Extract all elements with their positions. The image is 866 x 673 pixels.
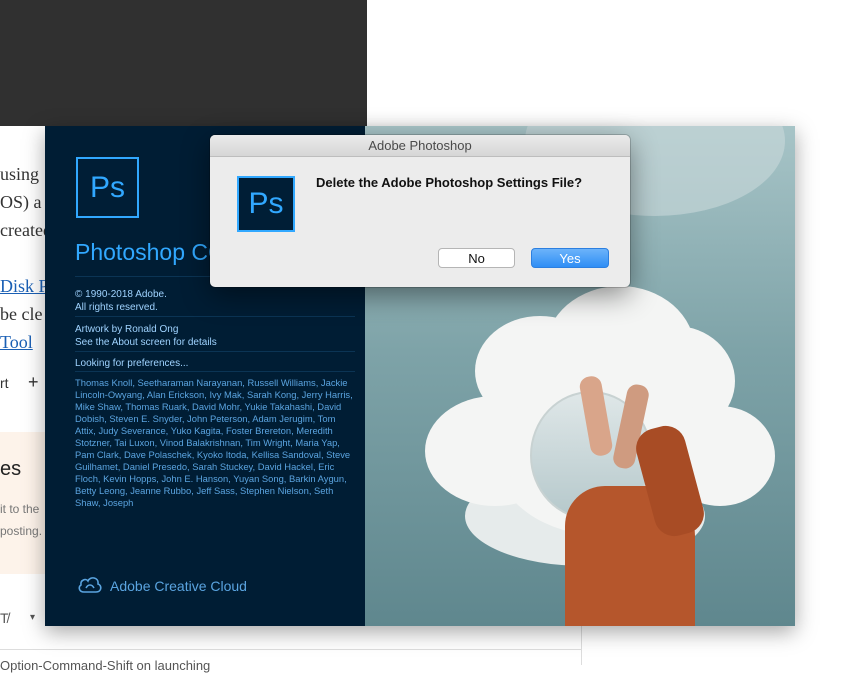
about-note: See the About screen for details [75, 337, 217, 348]
divider [75, 316, 355, 317]
background-footer-text: Option-Command-Shift on launching [0, 658, 211, 673]
background-section-title: es [0, 458, 22, 480]
background-text: it to the [0, 502, 40, 516]
credits-list: Thomas Knoll, Seetharaman Narayanan, Rus… [75, 377, 353, 508]
loading-status: Looking for preferences... [75, 358, 189, 369]
chevron-down-icon[interactable]: ▾ [30, 612, 35, 623]
add-icon[interactable]: + [28, 372, 39, 393]
dialog-message: Delete the Adobe Photoshop Settings File… [316, 175, 583, 190]
creative-cloud-label: Adobe Creative Cloud [110, 578, 247, 594]
divider [75, 351, 355, 352]
background-divider [0, 649, 582, 650]
yes-button[interactable]: Yes [531, 248, 609, 268]
copyright-text: © 1990-2018 Adobe. [75, 289, 167, 300]
background-text: be cle [0, 304, 43, 324]
background-text: OS) a [0, 192, 42, 212]
photoshop-app-icon: Ps [237, 176, 295, 232]
product-title: Photoshop CC [75, 239, 225, 265]
dialog-title: Adobe Photoshop [210, 135, 630, 157]
background-divider [581, 626, 582, 665]
background-dark-panel [0, 0, 367, 126]
photoshop-logo-icon: Ps [76, 157, 139, 218]
background-link[interactable]: Tool [0, 332, 33, 353]
background-text: posting. [0, 524, 43, 538]
background-toolbar-text: rt [0, 375, 9, 391]
artwork-credit: Artwork by Ronald Ong [75, 324, 179, 335]
background-link[interactable]: Disk P [0, 276, 49, 297]
divider [75, 371, 355, 372]
delete-settings-dialog: Adobe Photoshop Ps Delete the Adobe Phot… [210, 135, 630, 287]
creative-cloud-icon [78, 577, 102, 593]
background-text: using [0, 164, 40, 184]
rights-text: All rights reserved. [75, 302, 158, 313]
text-format-icon[interactable]: T̸ [0, 610, 9, 626]
no-button[interactable]: No [438, 248, 515, 268]
